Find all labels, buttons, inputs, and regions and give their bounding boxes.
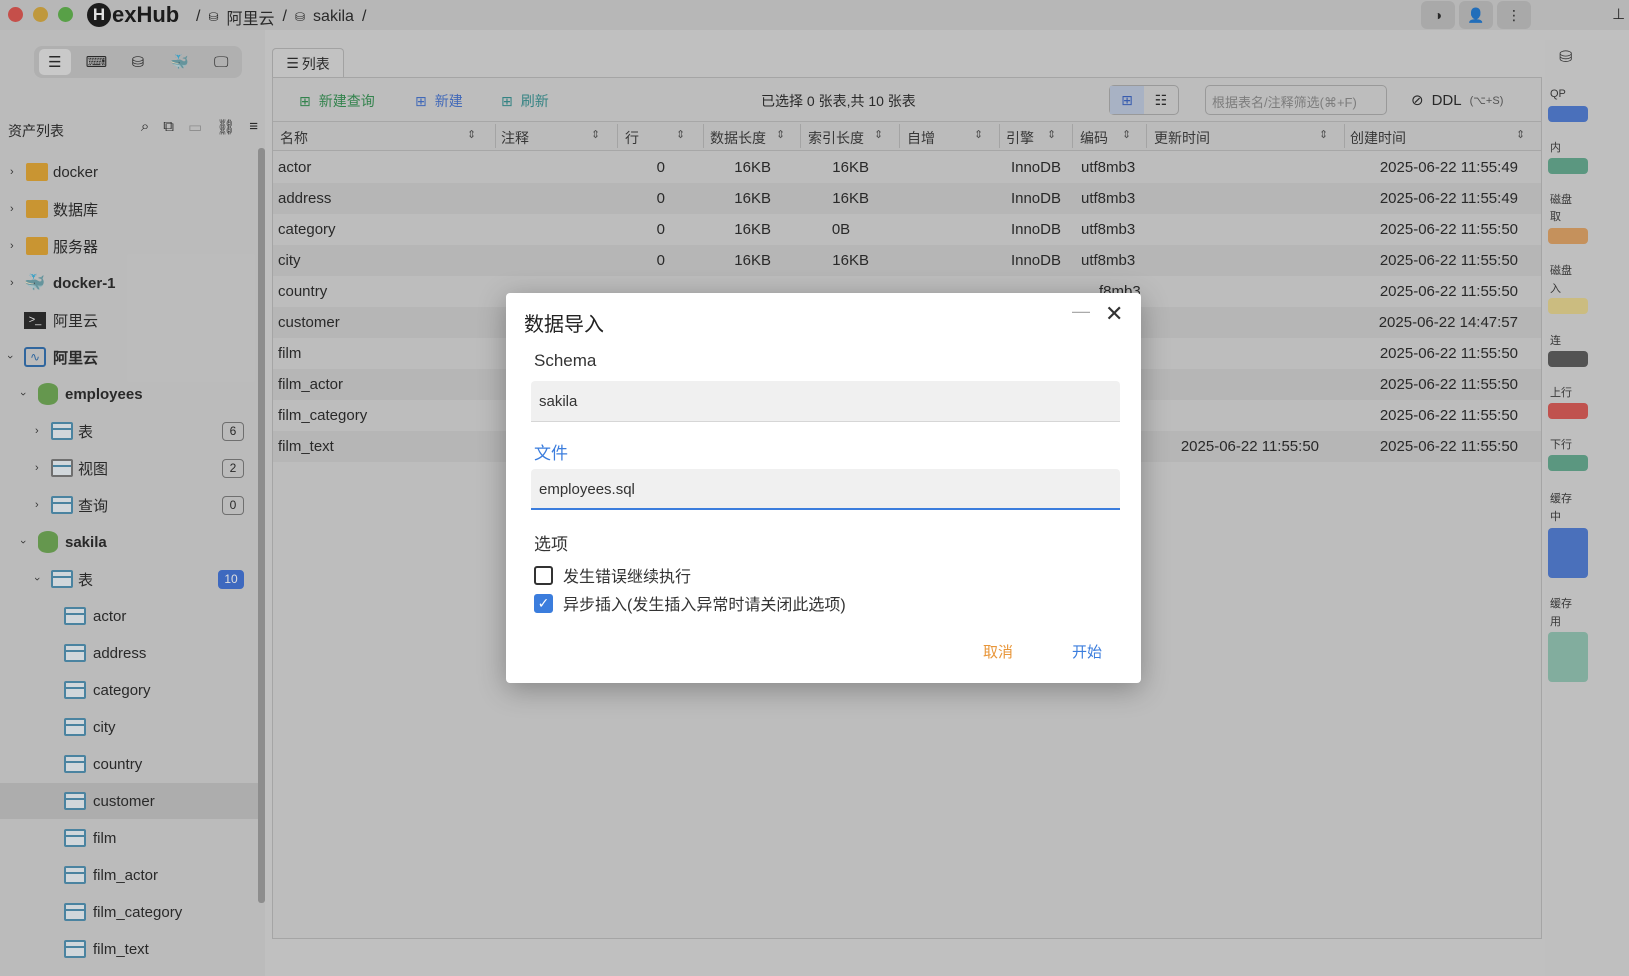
minimize-icon[interactable]: —: [1072, 301, 1090, 322]
schema-input[interactable]: sakila: [531, 381, 1120, 422]
option-label: 异步插入(发生插入异常时请关闭此选项): [563, 597, 846, 614]
checkbox-unchecked[interactable]: [534, 565, 553, 585]
close-icon[interactable]: ✕: [1105, 303, 1123, 325]
cancel-button[interactable]: 取消: [983, 641, 1013, 662]
checkbox-checked-icon[interactable]: ✓: [534, 593, 553, 613]
continue-on-error-option[interactable]: 发生错误继续执行: [534, 563, 691, 587]
file-input[interactable]: employees.sql: [531, 469, 1120, 510]
start-button[interactable]: 开始: [1072, 641, 1102, 662]
schema-label: Schema: [534, 351, 597, 370]
options-label: 选项: [534, 535, 568, 554]
data-import-dialog: 数据导入 — ✕ Schema sakila 文件 employees.sql …: [506, 293, 1141, 683]
async-insert-option[interactable]: ✓ 异步插入(发生插入异常时请关闭此选项): [534, 591, 846, 615]
file-label: 文件: [534, 444, 568, 463]
option-label: 发生错误继续执行: [563, 569, 692, 586]
dialog-title: 数据导入: [524, 314, 604, 336]
